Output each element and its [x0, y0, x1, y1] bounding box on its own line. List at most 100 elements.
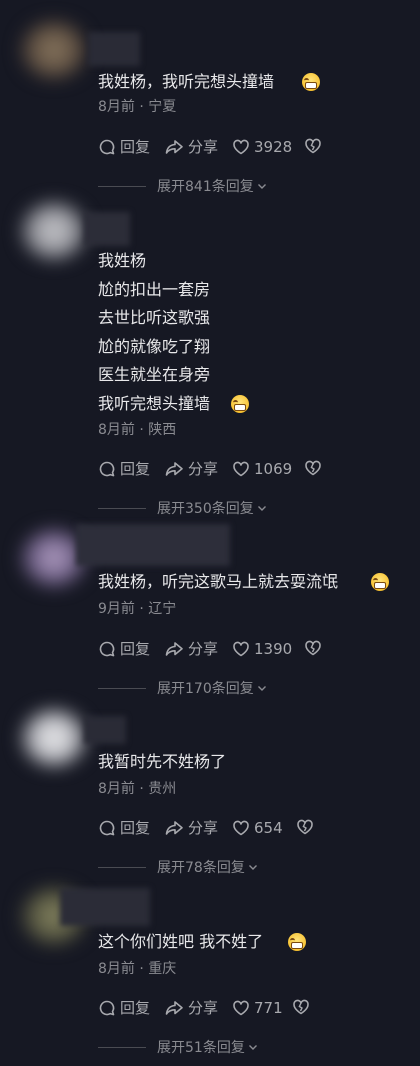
comment-text-line: 我听完想头撞墙	[98, 393, 211, 413]
comment-bubble-icon	[99, 820, 115, 836]
like-count: 3928	[254, 138, 293, 156]
like-count: 1069	[254, 460, 293, 478]
avatar[interactable]	[22, 203, 86, 259]
comment-bubble-icon	[99, 1000, 115, 1016]
username-blurred[interactable]	[88, 32, 140, 66]
share-label: 分享	[188, 819, 219, 837]
like-count: 771	[254, 999, 283, 1017]
comment-actions: 回复 分享 1390	[98, 639, 420, 659]
divider	[98, 1046, 146, 1048]
expand-replies-button[interactable]: 展开841条回复	[98, 177, 267, 195]
comment-actions: 回复 分享 654	[98, 818, 420, 838]
broken-heart-icon	[305, 138, 321, 154]
comment-meta: 9月前 · 辽宁	[98, 601, 177, 617]
like-button[interactable]: 771	[232, 998, 283, 1018]
share-arrow-icon	[165, 462, 183, 476]
grimace-emoji-icon	[231, 395, 249, 413]
comment-text: 我暂时先不姓杨了	[98, 748, 412, 777]
like-button[interactable]: 654	[232, 818, 283, 838]
share-arrow-icon	[165, 140, 183, 154]
share-arrow-icon	[165, 821, 183, 835]
comment-text: 这个你们姓吧 我不姓了	[98, 928, 412, 957]
chevron-down-icon	[257, 184, 266, 189]
comment-text: 我姓杨 尬的扣出一套房 去世比听这歌强 尬的就像吃了翔 医生就坐在身旁 我听完想…	[98, 247, 412, 418]
grimace-emoji-icon	[288, 933, 306, 951]
share-button[interactable]: 分享	[164, 137, 218, 157]
share-button[interactable]: 分享	[164, 639, 218, 659]
comment-actions: 回复 分享 771	[98, 998, 420, 1018]
like-count: 654	[254, 819, 283, 837]
comment-text: 我姓杨，听完这歌马上就去耍流氓	[98, 568, 412, 597]
like-button[interactable]: 1069	[232, 459, 292, 479]
broken-heart-icon	[297, 819, 313, 835]
comment-actions: 回复 分享 3928	[98, 137, 420, 157]
share-label: 分享	[188, 138, 219, 156]
dislike-button[interactable]	[296, 818, 314, 836]
reply-button[interactable]: 回复	[98, 639, 150, 659]
share-button[interactable]: 分享	[164, 998, 218, 1018]
expand-replies-button[interactable]: 展开350条回复	[98, 499, 267, 517]
broken-heart-icon	[305, 460, 321, 476]
chevron-down-icon	[248, 865, 257, 870]
divider	[98, 507, 146, 509]
share-arrow-icon	[165, 1001, 183, 1015]
expand-replies-button[interactable]: 展开170条回复	[98, 679, 267, 697]
comment-text-line: 医生就坐在身旁	[98, 365, 211, 384]
comment-text-line: 这个你们姓吧 我不姓了	[98, 932, 264, 951]
share-label: 分享	[188, 460, 219, 478]
comment-text-line: 尬的就像吃了翔	[98, 336, 211, 356]
share-button[interactable]: 分享	[164, 818, 218, 838]
comment-text-line: 我姓杨，听完这歌马上就去耍流氓	[98, 572, 339, 591]
expand-replies-label: 展开78条回复	[157, 860, 245, 876]
avatar[interactable]	[22, 22, 86, 78]
heart-icon	[233, 1000, 249, 1016]
comment-meta: 8月前 · 贵州	[98, 781, 177, 797]
comment-actions: 回复 分享 1069	[98, 459, 420, 479]
expand-replies-button[interactable]: 展开78条回复	[98, 858, 258, 876]
heart-icon	[233, 641, 249, 657]
share-label: 分享	[188, 640, 219, 658]
like-button[interactable]: 3928	[232, 137, 292, 157]
expand-replies-button[interactable]: 展开51条回复	[98, 1038, 258, 1056]
username-blurred[interactable]	[76, 524, 230, 566]
username-blurred[interactable]	[60, 888, 150, 926]
heart-icon	[233, 461, 249, 477]
comment-bubble-icon	[99, 641, 115, 657]
reply-button[interactable]: 回复	[98, 137, 150, 157]
grimace-emoji-icon	[371, 573, 389, 591]
expand-replies-label: 展开841条回复	[157, 179, 254, 195]
dislike-button[interactable]	[304, 137, 322, 155]
comment-meta: 8月前 · 重庆	[98, 961, 177, 977]
share-button[interactable]: 分享	[164, 459, 218, 479]
reply-label: 回复	[120, 640, 151, 658]
expand-replies-label: 展开350条回复	[157, 501, 254, 517]
divider	[98, 185, 146, 187]
username-blurred[interactable]	[84, 716, 126, 744]
broken-heart-icon	[305, 640, 321, 656]
chevron-down-icon	[257, 506, 266, 511]
dislike-button[interactable]	[304, 459, 322, 477]
reply-label: 回复	[120, 999, 151, 1017]
dislike-button[interactable]	[304, 639, 322, 657]
avatar[interactable]	[22, 710, 86, 766]
comment-list: 我姓杨，我听完想头撞墙 8月前 · 宁夏 回复 分享 3928 展开841条回复	[0, 0, 420, 1066]
like-button[interactable]: 1390	[232, 639, 292, 659]
chevron-down-icon	[257, 686, 266, 691]
reply-label: 回复	[120, 460, 151, 478]
dislike-button[interactable]	[292, 998, 310, 1016]
comment-bubble-icon	[99, 461, 115, 477]
like-count: 1390	[254, 640, 293, 658]
comment-text-line: 尬的扣出一套房	[98, 279, 211, 299]
reply-button[interactable]: 回复	[98, 818, 150, 838]
reply-button[interactable]: 回复	[98, 459, 150, 479]
heart-icon	[233, 139, 249, 155]
reply-label: 回复	[120, 819, 151, 837]
broken-heart-icon	[293, 999, 309, 1015]
reply-label: 回复	[120, 138, 151, 156]
share-label: 分享	[188, 999, 219, 1017]
reply-button[interactable]: 回复	[98, 998, 150, 1018]
comment-meta: 8月前 · 宁夏	[98, 99, 177, 115]
expand-replies-label: 展开51条回复	[157, 1040, 245, 1056]
divider	[98, 866, 146, 868]
username-blurred[interactable]	[84, 212, 130, 246]
